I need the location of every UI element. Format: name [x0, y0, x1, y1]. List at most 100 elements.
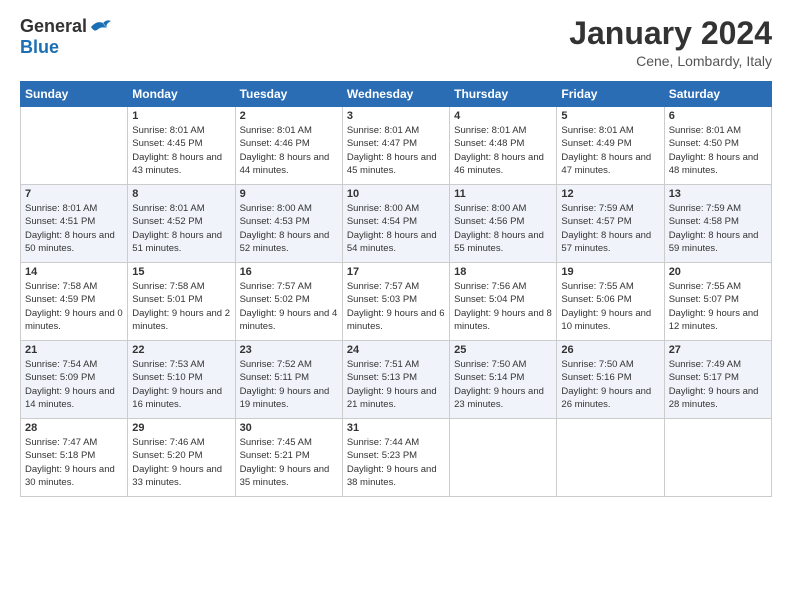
day-info: Sunrise: 7:47 AMSunset: 5:18 PMDaylight:… — [25, 436, 123, 489]
month-title: January 2024 — [569, 16, 772, 51]
calendar-cell — [557, 419, 664, 497]
calendar-cell: 8 Sunrise: 8:01 AMSunset: 4:52 PMDaylight… — [128, 185, 235, 263]
day-number: 23 — [240, 344, 338, 356]
day-info: Sunrise: 8:01 AMSunset: 4:49 PMDaylight:… — [561, 124, 659, 177]
day-number: 5 — [561, 110, 659, 122]
day-number: 8 — [132, 188, 230, 200]
day-info: Sunrise: 8:00 AMSunset: 4:53 PMDaylight:… — [240, 202, 338, 255]
logo-bird-icon — [89, 18, 111, 36]
day-number: 22 — [132, 344, 230, 356]
calendar-cell: 7 Sunrise: 8:01 AMSunset: 4:51 PMDaylight… — [21, 185, 128, 263]
day-info: Sunrise: 7:49 AMSunset: 5:17 PMDaylight:… — [669, 358, 767, 411]
day-number: 10 — [347, 188, 445, 200]
calendar-cell: 25Sunrise: 7:50 AMSunset: 5:14 PMDayligh… — [450, 341, 557, 419]
day-info: Sunrise: 8:01 AMSunset: 4:45 PMDaylight:… — [132, 124, 230, 177]
day-number: 27 — [669, 344, 767, 356]
header-saturday: Saturday — [664, 82, 771, 107]
calendar-cell: 22 Sunrise: 7:53 AMSunset: 5:10 PMDayligh… — [128, 341, 235, 419]
day-info: Sunrise: 8:01 AMSunset: 4:51 PMDaylight:… — [25, 202, 123, 255]
calendar-cell — [21, 107, 128, 185]
day-info: Sunrise: 7:45 AMSunset: 5:21 PMDaylight:… — [240, 436, 338, 489]
day-info: Sunrise: 7:57 AMSunset: 5:02 PMDaylight:… — [240, 280, 338, 333]
header-wednesday: Wednesday — [342, 82, 449, 107]
weekday-header-row: Sunday Monday Tuesday Wednesday Thursday… — [21, 82, 772, 107]
day-number: 3 — [347, 110, 445, 122]
calendar-cell: 6 Sunrise: 8:01 AMSunset: 4:50 PMDaylight… — [664, 107, 771, 185]
calendar-cell: 2 Sunrise: 8:01 AMSunset: 4:46 PMDaylight… — [235, 107, 342, 185]
calendar-cell: 26 Sunrise: 7:50 AMSunset: 5:16 PMDayligh… — [557, 341, 664, 419]
day-number: 2 — [240, 110, 338, 122]
day-info: Sunrise: 7:51 AMSunset: 5:13 PMDaylight:… — [347, 358, 445, 411]
calendar-cell: 29Sunrise: 7:46 AMSunset: 5:20 PMDayligh… — [128, 419, 235, 497]
day-number: 30 — [240, 422, 338, 434]
day-number: 20 — [669, 266, 767, 278]
calendar-cell: 4 Sunrise: 8:01 AMSunset: 4:48 PMDaylight… — [450, 107, 557, 185]
day-info: Sunrise: 7:52 AMSunset: 5:11 PMDaylight:… — [240, 358, 338, 411]
calendar-cell: 27 Sunrise: 7:49 AMSunset: 5:17 PMDayligh… — [664, 341, 771, 419]
day-number: 6 — [669, 110, 767, 122]
calendar-week-row: 21 Sunrise: 7:54 AMSunset: 5:09 PMDayligh… — [21, 341, 772, 419]
calendar-body: 1 Sunrise: 8:01 AMSunset: 4:45 PMDaylight… — [21, 107, 772, 497]
calendar-cell: 21 Sunrise: 7:54 AMSunset: 5:09 PMDayligh… — [21, 341, 128, 419]
calendar-week-row: 14 Sunrise: 7:58 AMSunset: 4:59 PMDayligh… — [21, 263, 772, 341]
day-info: Sunrise: 8:00 AMSunset: 4:54 PMDaylight:… — [347, 202, 445, 255]
calendar-cell: 17Sunrise: 7:57 AMSunset: 5:03 PMDayligh… — [342, 263, 449, 341]
day-info: Sunrise: 7:53 AMSunset: 5:10 PMDaylight:… — [132, 358, 230, 411]
calendar-cell: 12Sunrise: 7:59 AMSunset: 4:57 PMDayligh… — [557, 185, 664, 263]
day-info: Sunrise: 7:54 AMSunset: 5:09 PMDaylight:… — [25, 358, 123, 411]
calendar-cell: 15Sunrise: 7:58 AMSunset: 5:01 PMDayligh… — [128, 263, 235, 341]
calendar-table: Sunday Monday Tuesday Wednesday Thursday… — [20, 81, 772, 497]
calendar-cell: 10 Sunrise: 8:00 AMSunset: 4:54 PMDayligh… — [342, 185, 449, 263]
calendar-week-row: 28 Sunrise: 7:47 AMSunset: 5:18 PMDayligh… — [21, 419, 772, 497]
header: General Blue January 2024 Cene, Lombardy… — [20, 16, 772, 69]
day-info: Sunrise: 8:00 AMSunset: 4:56 PMDaylight:… — [454, 202, 552, 255]
day-number: 21 — [25, 344, 123, 356]
day-number: 15 — [132, 266, 230, 278]
header-tuesday: Tuesday — [235, 82, 342, 107]
calendar-cell: 14 Sunrise: 7:58 AMSunset: 4:59 PMDayligh… — [21, 263, 128, 341]
day-info: Sunrise: 7:55 AMSunset: 5:06 PMDaylight:… — [561, 280, 659, 333]
day-number: 1 — [132, 110, 230, 122]
location-text: Cene, Lombardy, Italy — [569, 53, 772, 69]
calendar-cell: 30 Sunrise: 7:45 AMSunset: 5:21 PMDayligh… — [235, 419, 342, 497]
day-info: Sunrise: 7:58 AMSunset: 4:59 PMDaylight:… — [25, 280, 123, 333]
day-number: 24 — [347, 344, 445, 356]
calendar-cell: 18Sunrise: 7:56 AMSunset: 5:04 PMDayligh… — [450, 263, 557, 341]
day-number: 31 — [347, 422, 445, 434]
calendar-cell: 5 Sunrise: 8:01 AMSunset: 4:49 PMDaylight… — [557, 107, 664, 185]
day-number: 4 — [454, 110, 552, 122]
calendar-cell — [664, 419, 771, 497]
day-number: 9 — [240, 188, 338, 200]
header-thursday: Thursday — [450, 82, 557, 107]
day-number: 26 — [561, 344, 659, 356]
title-block: January 2024 Cene, Lombardy, Italy — [569, 16, 772, 69]
day-info: Sunrise: 8:01 AMSunset: 4:48 PMDaylight:… — [454, 124, 552, 177]
day-number: 25 — [454, 344, 552, 356]
day-number: 7 — [25, 188, 123, 200]
day-number: 19 — [561, 266, 659, 278]
day-info: Sunrise: 8:01 AMSunset: 4:47 PMDaylight:… — [347, 124, 445, 177]
header-friday: Friday — [557, 82, 664, 107]
day-number: 28 — [25, 422, 123, 434]
day-info: Sunrise: 7:55 AMSunset: 5:07 PMDaylight:… — [669, 280, 767, 333]
calendar-cell: 11 Sunrise: 8:00 AMSunset: 4:56 PMDayligh… — [450, 185, 557, 263]
calendar-cell: 16Sunrise: 7:57 AMSunset: 5:02 PMDayligh… — [235, 263, 342, 341]
day-info: Sunrise: 7:46 AMSunset: 5:20 PMDaylight:… — [132, 436, 230, 489]
calendar-week-row: 1 Sunrise: 8:01 AMSunset: 4:45 PMDaylight… — [21, 107, 772, 185]
day-info: Sunrise: 8:01 AMSunset: 4:46 PMDaylight:… — [240, 124, 338, 177]
header-monday: Monday — [128, 82, 235, 107]
day-info: Sunrise: 7:59 AMSunset: 4:58 PMDaylight:… — [669, 202, 767, 255]
calendar-cell: 9 Sunrise: 8:00 AMSunset: 4:53 PMDaylight… — [235, 185, 342, 263]
day-info: Sunrise: 7:50 AMSunset: 5:16 PMDaylight:… — [561, 358, 659, 411]
calendar-cell — [450, 419, 557, 497]
day-number: 11 — [454, 188, 552, 200]
day-number: 14 — [25, 266, 123, 278]
day-info: Sunrise: 7:56 AMSunset: 5:04 PMDaylight:… — [454, 280, 552, 333]
day-info: Sunrise: 8:01 AMSunset: 4:50 PMDaylight:… — [669, 124, 767, 177]
calendar-cell: 3 Sunrise: 8:01 AMSunset: 4:47 PMDaylight… — [342, 107, 449, 185]
calendar-cell: 31 Sunrise: 7:44 AMSunset: 5:23 PMDayligh… — [342, 419, 449, 497]
calendar-cell: 24 Sunrise: 7:51 AMSunset: 5:13 PMDayligh… — [342, 341, 449, 419]
day-info: Sunrise: 7:44 AMSunset: 5:23 PMDaylight:… — [347, 436, 445, 489]
day-info: Sunrise: 8:01 AMSunset: 4:52 PMDaylight:… — [132, 202, 230, 255]
header-sunday: Sunday — [21, 82, 128, 107]
